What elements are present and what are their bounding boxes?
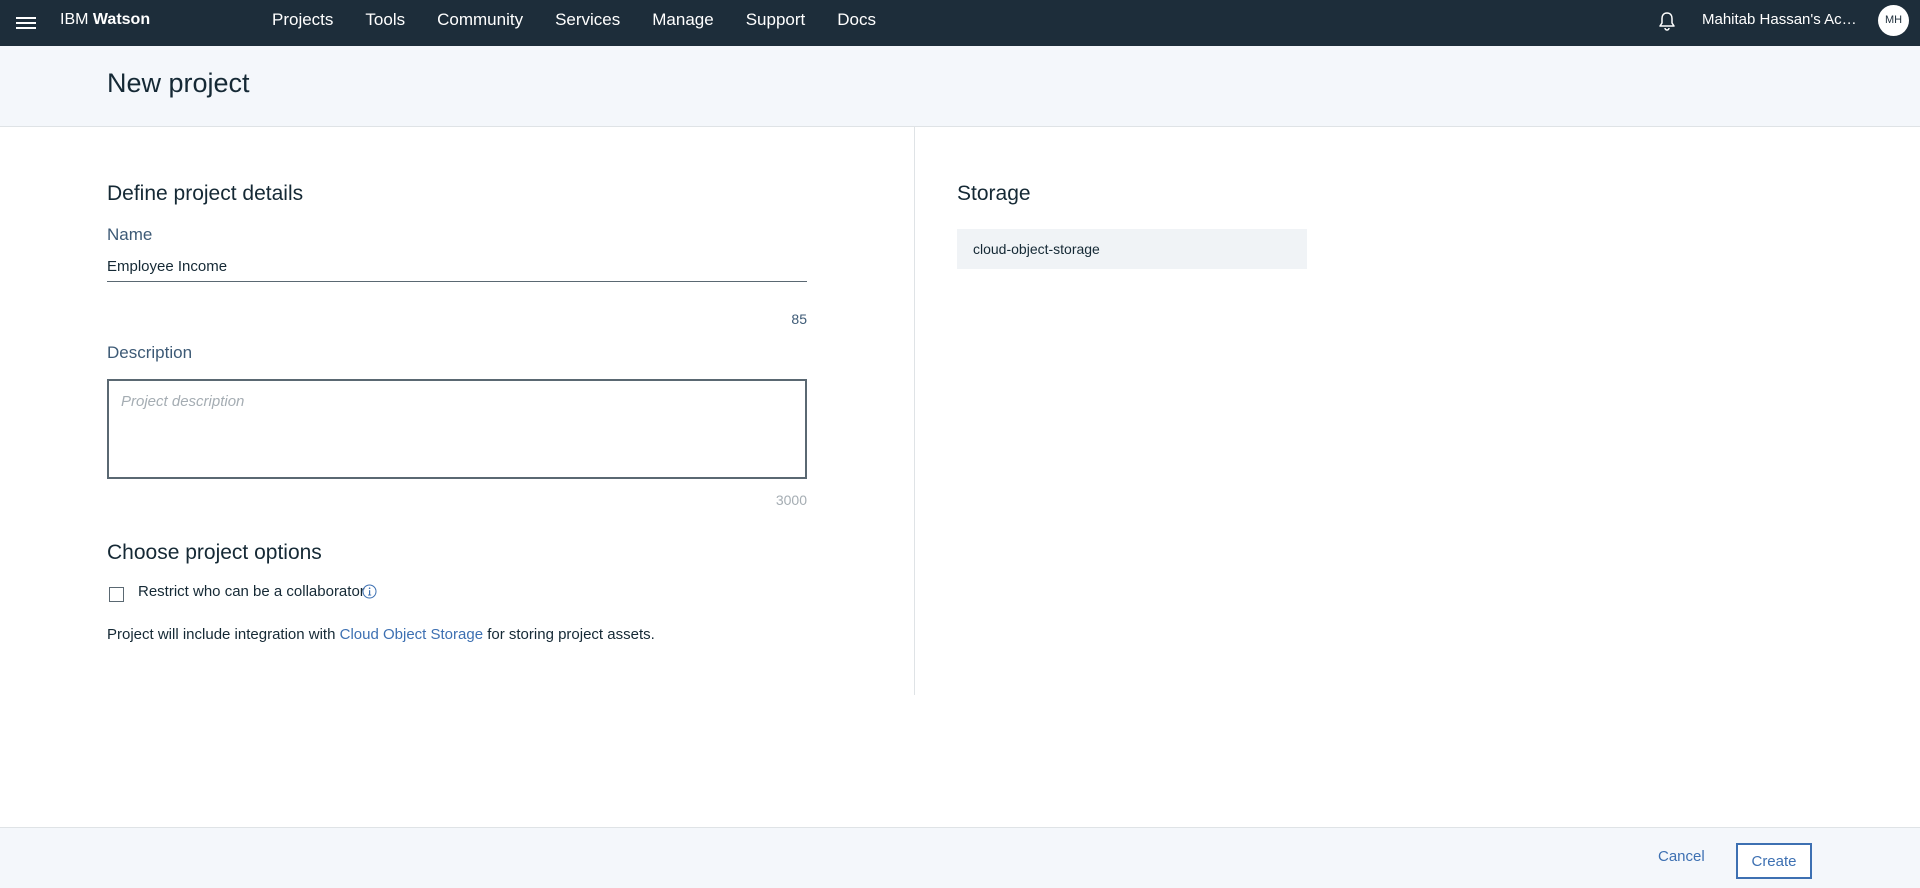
description-label: Description [107, 343, 193, 362]
info-icon[interactable] [362, 584, 377, 599]
restrict-collaborator-checkbox[interactable] [109, 587, 124, 602]
top-navigation-bar: IBM Watson Projects Tools Community Serv… [0, 0, 1920, 46]
choose-project-options-heading: Choose project options [107, 541, 322, 564]
avatar[interactable]: MH [1878, 5, 1909, 36]
project-name-input[interactable] [107, 252, 807, 282]
storage-heading: Storage [957, 182, 1031, 205]
define-project-details-heading: Define project details [107, 182, 304, 205]
cloud-object-storage-link[interactable]: Cloud Object Storage [340, 626, 483, 643]
storage-instance-select[interactable]: cloud-object-storage [957, 229, 1307, 269]
brand-name: Watson [92, 11, 151, 28]
nav-item-docs[interactable]: Docs [821, 0, 892, 40]
nav-item-support[interactable]: Support [730, 0, 822, 40]
brand-prefix: IBM [60, 11, 89, 28]
name-label: Name [107, 225, 153, 244]
name-char-counter: 85 [791, 311, 807, 327]
main-nav: Projects Tools Community Services Manage… [256, 0, 892, 40]
nav-item-services[interactable]: Services [539, 0, 636, 40]
account-switcher[interactable]: Mahitab Hassan's Acco... [1702, 0, 1862, 40]
nav-item-projects[interactable]: Projects [256, 0, 349, 40]
nav-item-tools[interactable]: Tools [349, 0, 421, 40]
integration-prefix: Project will include integration with [107, 626, 336, 643]
cancel-button[interactable]: Cancel [1646, 842, 1717, 872]
nav-item-manage[interactable]: Manage [636, 0, 729, 40]
hamburger-menu-icon[interactable] [14, 12, 38, 34]
notification-bell-icon[interactable] [1656, 10, 1678, 32]
integration-suffix: for storing project assets. [487, 626, 655, 643]
page-title: New project [107, 68, 250, 98]
create-button[interactable]: Create [1736, 843, 1812, 879]
brand-logo[interactable]: IBM Watson [60, 0, 150, 40]
nav-item-community[interactable]: Community [421, 0, 539, 40]
action-footer: Cancel Create [0, 827, 1920, 888]
integration-note: Project will include integration with Cl… [107, 626, 655, 643]
column-divider [914, 127, 915, 695]
project-description-textarea[interactable] [107, 379, 807, 479]
restrict-collaborator-label[interactable]: Restrict who can be a collaborator [138, 583, 365, 600]
description-char-counter: 3000 [775, 492, 807, 508]
page-header: New project [0, 46, 1920, 127]
